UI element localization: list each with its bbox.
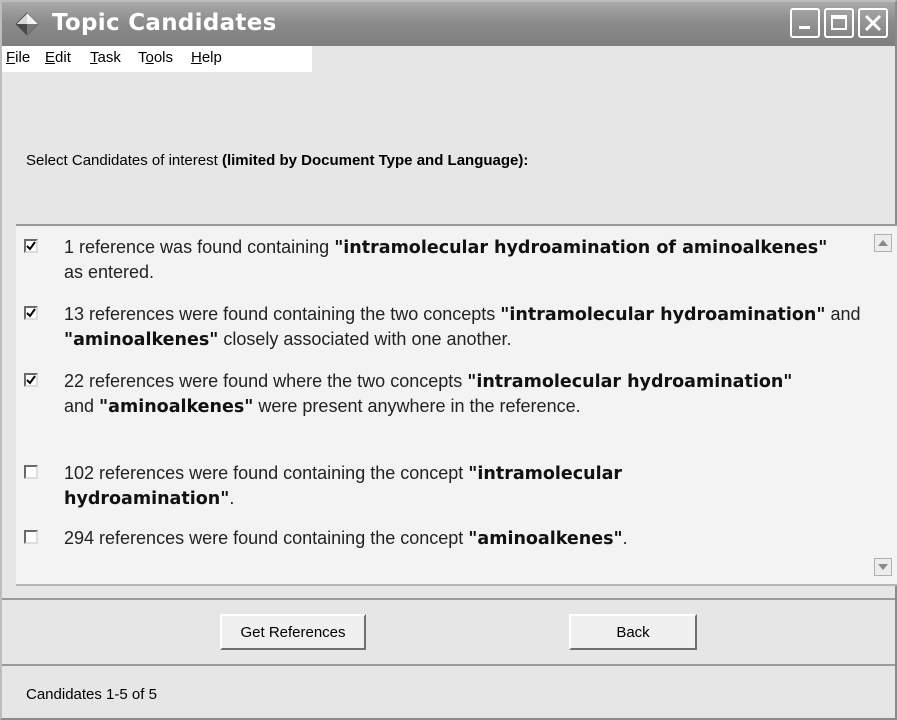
selection-prompt: Select Candidates of interest (limited b… — [26, 152, 529, 169]
close-button[interactable] — [858, 8, 888, 38]
candidate-text: 13 references were found containing the … — [64, 304, 861, 350]
checkmark-icon — [26, 308, 36, 318]
candidate-text: 294 references were found containing the… — [64, 528, 628, 549]
checkmark-icon — [26, 375, 36, 385]
menu-file[interactable]: File — [6, 49, 30, 66]
menu-edit[interactable]: Edit — [45, 49, 71, 66]
menu-tools[interactable]: Tools — [138, 49, 173, 66]
maximize-icon — [831, 15, 847, 30]
candidate-text: 22 references were found where the two c… — [64, 371, 793, 417]
diamond-app-icon — [15, 12, 39, 36]
arrow-up-icon — [878, 240, 888, 246]
get-references-button[interactable]: Get References — [220, 614, 366, 650]
candidate-text: 102 references were found containing the… — [64, 463, 623, 509]
candidate-checkbox[interactable] — [24, 530, 38, 544]
divider — [2, 598, 895, 600]
back-button[interactable]: Back — [569, 614, 697, 650]
status-bar-text: Candidates 1-5 of 5 — [26, 686, 157, 703]
menu-bar: File Edit Task Tools Help — [2, 46, 312, 72]
scroll-down-button[interactable] — [874, 558, 892, 576]
checkmark-icon — [26, 241, 36, 251]
candidate-list: 1 reference was found containing "intram… — [16, 224, 897, 586]
maximize-button[interactable] — [824, 8, 854, 38]
menu-task[interactable]: Task — [90, 49, 121, 66]
scroll-up-button[interactable] — [874, 234, 892, 252]
menu-help[interactable]: Help — [191, 49, 222, 66]
topic-candidates-window: Topic Candidates File Edit Task Tools He… — [0, 0, 897, 720]
candidate-checkbox[interactable] — [24, 306, 38, 320]
arrow-down-icon — [878, 564, 888, 570]
close-icon — [864, 14, 882, 32]
title-bar[interactable]: Topic Candidates — [2, 2, 895, 46]
candidate-checkbox[interactable] — [24, 239, 38, 253]
candidate-checkbox[interactable] — [24, 373, 38, 387]
window-title: Topic Candidates — [52, 10, 277, 36]
divider — [2, 664, 895, 666]
minimize-button[interactable] — [790, 8, 820, 38]
candidate-text: 1 reference was found containing "intram… — [64, 237, 828, 282]
minimize-icon — [799, 26, 810, 29]
candidate-checkbox[interactable] — [24, 465, 38, 479]
